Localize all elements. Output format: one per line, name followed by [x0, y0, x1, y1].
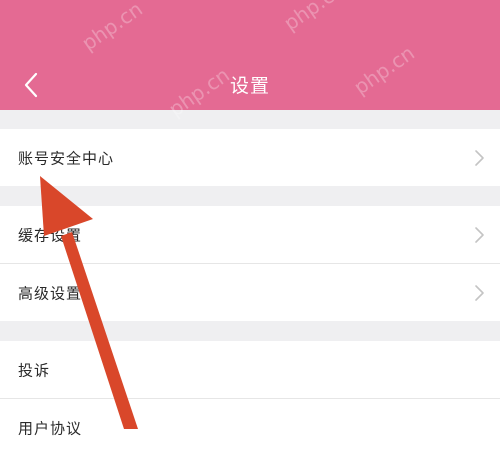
settings-group-account: 账号安全中心: [0, 129, 500, 186]
settings-item-complaint[interactable]: 投诉: [0, 341, 500, 398]
settings-item-account-security[interactable]: 账号安全中心: [0, 129, 500, 186]
settings-item-label: 用户协议: [18, 419, 83, 437]
settings-item-label: 账号安全中心: [18, 149, 115, 167]
header-bar: php.cn php.cn php.cn php.cn 设置: [0, 0, 500, 121]
chevron-right-icon: [472, 149, 486, 167]
settings-group-legal: 投诉 用户协议: [0, 341, 500, 456]
watermark-text: php.cn: [77, 0, 147, 56]
settings-item-label: 投诉: [18, 361, 51, 379]
settings-item-cache[interactable]: 缓存设置: [0, 206, 500, 263]
chevron-right-icon: [472, 284, 486, 302]
settings-item-label: 高级设置: [18, 284, 83, 302]
settings-group-general: 缓存设置 高级设置: [0, 206, 500, 321]
settings-item-label: 缓存设置: [18, 226, 83, 244]
settings-item-advanced[interactable]: 高级设置: [0, 263, 500, 321]
chevron-right-icon: [472, 226, 486, 244]
watermark-text: php.cn: [279, 0, 349, 36]
settings-item-user-agreement[interactable]: 用户协议: [0, 398, 500, 456]
page-title: 设置: [229, 75, 270, 97]
